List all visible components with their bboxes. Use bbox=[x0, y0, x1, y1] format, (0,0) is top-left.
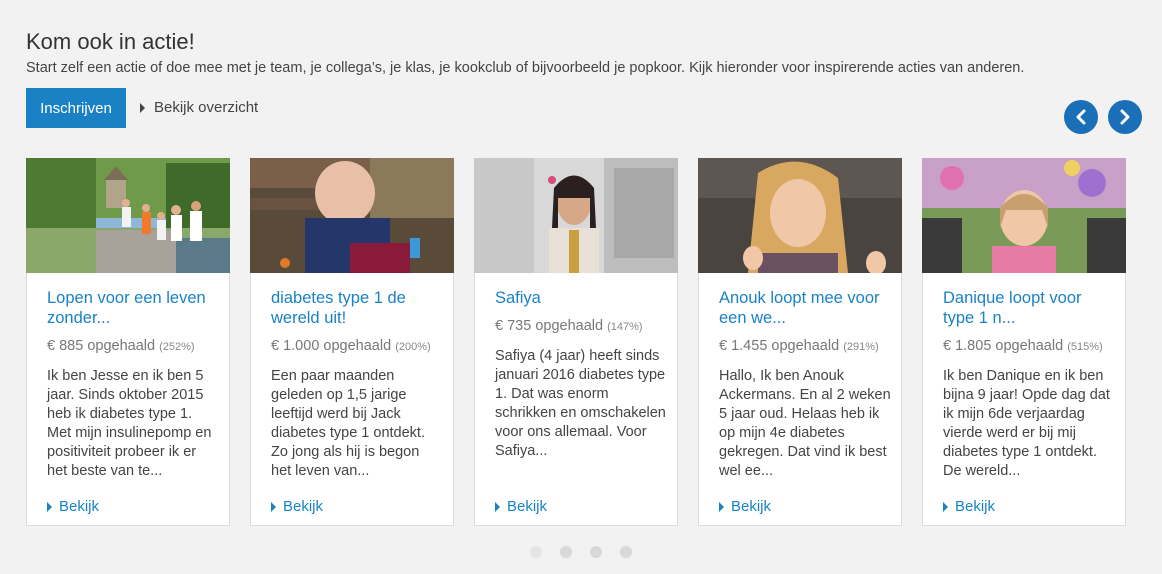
caret-right-icon bbox=[495, 501, 500, 512]
carousel-dot[interactable] bbox=[590, 546, 602, 558]
card-description: Een paar maanden geleden op 1,5 jarige l… bbox=[271, 368, 425, 479]
page-title: Kom ook in actie! bbox=[26, 29, 195, 54]
carousel-dot[interactable] bbox=[530, 546, 542, 558]
card-raised: € 1.805 opgehaald (515%) bbox=[943, 338, 1113, 354]
carousel-next-button[interactable] bbox=[1108, 100, 1142, 134]
card-view-link[interactable]: Bekijk bbox=[495, 498, 547, 515]
card-raised: € 1.000 opgehaald (200%) bbox=[271, 338, 441, 354]
card-raised: € 735 opgehaald (147%) bbox=[495, 318, 665, 334]
girl-in-kitchen-photo[interactable] bbox=[474, 158, 678, 273]
raised-amount: € 1.000 opgehaald bbox=[271, 338, 392, 354]
raised-percent: (252%) bbox=[159, 341, 195, 353]
girl-at-fair-photo[interactable] bbox=[922, 158, 1126, 273]
card-view-link[interactable]: Bekijk bbox=[271, 498, 323, 515]
action-card: Lopen voor een leven zonder... € 885 opg… bbox=[26, 158, 230, 526]
raised-percent: (291%) bbox=[843, 341, 879, 353]
toddler-on-bench-photo[interactable] bbox=[250, 158, 454, 273]
card-title[interactable]: Danique loopt voor type 1 n... bbox=[943, 288, 1111, 328]
card-title[interactable]: diabetes type 1 de wereld uit! bbox=[271, 288, 439, 328]
group-walking-photo[interactable] bbox=[26, 158, 230, 273]
chevron-right-icon bbox=[1120, 109, 1130, 125]
card-raised: € 885 opgehaald (252%) bbox=[47, 338, 217, 354]
action-card: Anouk loopt mee voor een we... € 1.455 o… bbox=[698, 158, 902, 526]
card-description: Ik ben Jesse en ik ben 5 jaar. Sinds okt… bbox=[47, 368, 212, 479]
action-card: Safiya € 735 opgehaald (147%) Safiya (4 … bbox=[474, 158, 678, 526]
carousel-dot[interactable] bbox=[560, 546, 572, 558]
raised-amount: € 735 opgehaald bbox=[495, 318, 604, 334]
signup-button[interactable]: Inschrijven bbox=[26, 88, 126, 128]
card-raised: € 1.455 opgehaald (291%) bbox=[719, 338, 889, 354]
card-title[interactable]: Safiya bbox=[495, 288, 663, 308]
card-view-link[interactable]: Bekijk bbox=[943, 498, 995, 515]
carousel-prev-button[interactable] bbox=[1064, 100, 1098, 134]
card-view-link[interactable]: Bekijk bbox=[47, 498, 99, 515]
caret-right-icon bbox=[943, 501, 948, 512]
card-view-link[interactable]: Bekijk bbox=[719, 498, 771, 515]
card-description: Hallo, Ik ben Anouk Ackermans. En al 2 w… bbox=[719, 368, 891, 479]
chevron-left-icon bbox=[1076, 109, 1086, 125]
raised-amount: € 885 opgehaald bbox=[47, 338, 156, 354]
caret-right-icon bbox=[271, 501, 276, 512]
view-label: Bekijk bbox=[59, 498, 100, 515]
view-label: Bekijk bbox=[507, 498, 548, 515]
carousel-pagination bbox=[530, 546, 632, 558]
raised-amount: € 1.805 opgehaald bbox=[943, 338, 1064, 354]
page-subtitle: Start zelf een actie of doe mee met je t… bbox=[26, 60, 1025, 76]
view-label: Bekijk bbox=[283, 498, 324, 515]
card-description: Safiya (4 jaar) heeft sinds januari 2016… bbox=[495, 348, 666, 459]
card-description: Ik ben Danique en ik ben bijna 9 jaar! O… bbox=[943, 368, 1110, 479]
action-card: Danique loopt voor type 1 n... € 1.805 o… bbox=[922, 158, 1126, 526]
card-title[interactable]: Lopen voor een leven zonder... bbox=[47, 288, 215, 328]
overview-link-label: Bekijk overzicht bbox=[154, 99, 259, 116]
raised-amount: € 1.455 opgehaald bbox=[719, 338, 840, 354]
girl-thumbs-up-photo[interactable] bbox=[698, 158, 902, 273]
raised-percent: (200%) bbox=[395, 341, 431, 353]
overview-link[interactable]: Bekijk overzicht bbox=[140, 99, 258, 116]
action-cards: Lopen voor een leven zonder... € 885 opg… bbox=[26, 158, 1126, 526]
card-title[interactable]: Anouk loopt mee voor een we... bbox=[719, 288, 887, 328]
action-card: diabetes type 1 de wereld uit! € 1.000 o… bbox=[250, 158, 454, 526]
caret-right-icon bbox=[719, 501, 724, 512]
view-label: Bekijk bbox=[731, 498, 772, 515]
raised-percent: (515%) bbox=[1067, 341, 1103, 353]
caret-right-icon bbox=[140, 102, 145, 113]
caret-right-icon bbox=[47, 501, 52, 512]
raised-percent: (147%) bbox=[607, 321, 643, 333]
view-label: Bekijk bbox=[955, 498, 996, 515]
carousel-dot[interactable] bbox=[620, 546, 632, 558]
